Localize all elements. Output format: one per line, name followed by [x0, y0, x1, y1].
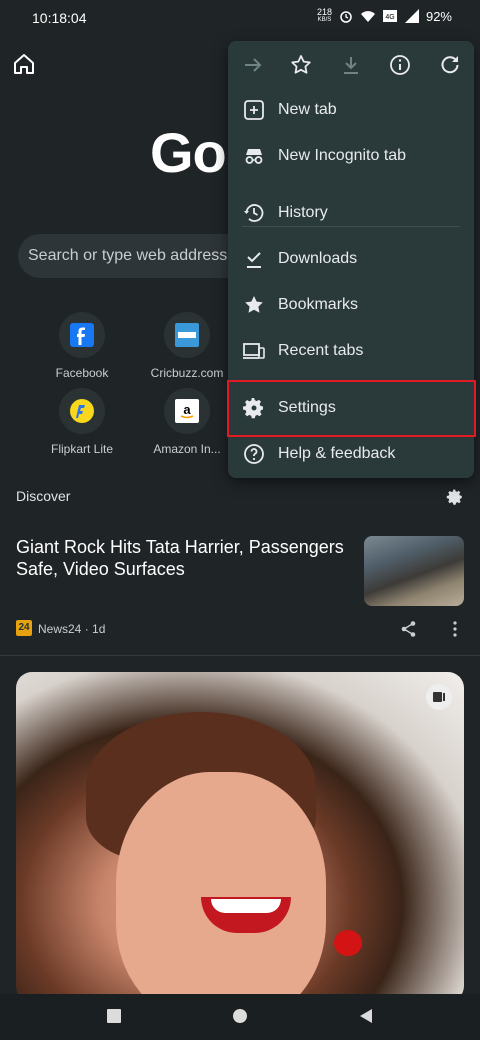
video-badge-icon [426, 684, 452, 710]
hero-face [116, 772, 326, 1002]
tile-label: Amazon In... [153, 442, 221, 456]
menu-item-label: Downloads [278, 250, 358, 267]
menu-item-new-incognito-tab[interactable]: New Incognito tab [228, 134, 474, 178]
discover-label: Discover [16, 488, 71, 504]
article-title[interactable]: Giant Rock Hits Tata Harrier, Passengers… [16, 536, 346, 580]
forward-icon[interactable] [241, 53, 265, 77]
home-icon[interactable] [10, 50, 38, 78]
shortcut-tile-facebook[interactable]: Facebook [37, 312, 127, 380]
back-nav-icon[interactable] [358, 1008, 374, 1024]
article-thumbnail[interactable] [364, 536, 464, 606]
info-icon[interactable] [388, 53, 412, 77]
more-options-icon[interactable] [446, 620, 464, 638]
battery-level: 92% [425, 8, 452, 24]
menu-item-history[interactable]: History [228, 191, 474, 235]
system-nav-bar [0, 994, 480, 1040]
feed-divider [0, 655, 480, 656]
tile-label: Cricbuzz.com [150, 366, 224, 380]
wifi-icon [360, 11, 375, 22]
bookmarks-icon [245, 296, 263, 313]
feed-hero-image[interactable] [16, 672, 464, 1002]
svg-text:a: a [183, 402, 191, 417]
share-icon[interactable] [400, 620, 418, 638]
cricbuzz-icon [164, 312, 210, 358]
article-source: News24 · 1d [38, 622, 106, 636]
status-time: 10:18:04 [32, 10, 87, 26]
menu-item-bookmarks[interactable]: Bookmarks [228, 283, 474, 327]
history-icon [244, 204, 264, 222]
tile-label: Flipkart Lite [50, 442, 114, 456]
download-icon[interactable] [339, 53, 363, 77]
amazon-icon: a [164, 388, 210, 434]
search-placeholder: Search or type web address [28, 247, 228, 264]
home-nav-icon[interactable] [232, 1008, 248, 1024]
google-logo: Go [150, 121, 227, 184]
recents-nav-icon[interactable] [106, 1008, 122, 1024]
bookmark-star-icon[interactable] [289, 53, 313, 77]
status-bar: 10:18:04 218 KB/S 4G 92% [0, 0, 480, 36]
hero-teeth [211, 899, 281, 913]
settings-highlight-box [227, 380, 476, 437]
discover-header: Discover [16, 488, 464, 510]
menu-item-label: New Incognito tab [278, 147, 407, 164]
net-speed-value: 218 [316, 7, 332, 17]
shortcut-tile-cricbuzz[interactable]: Cricbuzz.com [142, 312, 232, 380]
facebook-icon [59, 312, 105, 358]
recent-tabs-icon [243, 343, 265, 359]
signal-icon [404, 9, 419, 23]
refresh-icon[interactable] [438, 53, 462, 77]
svg-text:4G: 4G [385, 14, 394, 21]
alarm-icon [340, 11, 352, 23]
network-speed: 218 KB/S [317, 8, 332, 24]
shortcut-tile-amazon[interactable]: a Amazon In... [142, 388, 232, 456]
hero-berry [334, 930, 362, 956]
article-source-row: 24 News24 · 1d [16, 620, 464, 638]
menu-item-new-tab[interactable]: New tab [228, 88, 474, 132]
menu-item-label: Help & feedback [278, 445, 396, 462]
volte-icon: 4G [382, 10, 397, 22]
tile-label: Facebook [55, 366, 109, 380]
net-speed-unit: KB/S [317, 17, 332, 23]
shortcut-tile-flipkart[interactable]: Flipkart Lite [37, 388, 127, 456]
menu-item-label: History [278, 204, 328, 221]
menu-item-label: New tab [278, 101, 337, 118]
menu-item-label: Bookmarks [278, 296, 359, 313]
status-icons: 218 KB/S 4G 92% [317, 8, 452, 24]
menu-item-recent-tabs[interactable]: Recent tabs [228, 329, 474, 373]
incognito-icon [245, 149, 263, 164]
downloads-icon [247, 252, 261, 268]
news24-logo: 24 [16, 620, 32, 636]
menu-item-downloads[interactable]: Downloads [228, 237, 474, 281]
help-icon [244, 444, 264, 464]
new-tab-icon [244, 100, 264, 120]
discover-settings-icon[interactable] [446, 488, 464, 506]
menu-toolbar [228, 41, 474, 89]
menu-item-help-feedback[interactable]: Help & feedback [228, 432, 474, 476]
menu-item-label: Recent tabs [278, 342, 364, 359]
flipkart-icon [59, 388, 105, 434]
